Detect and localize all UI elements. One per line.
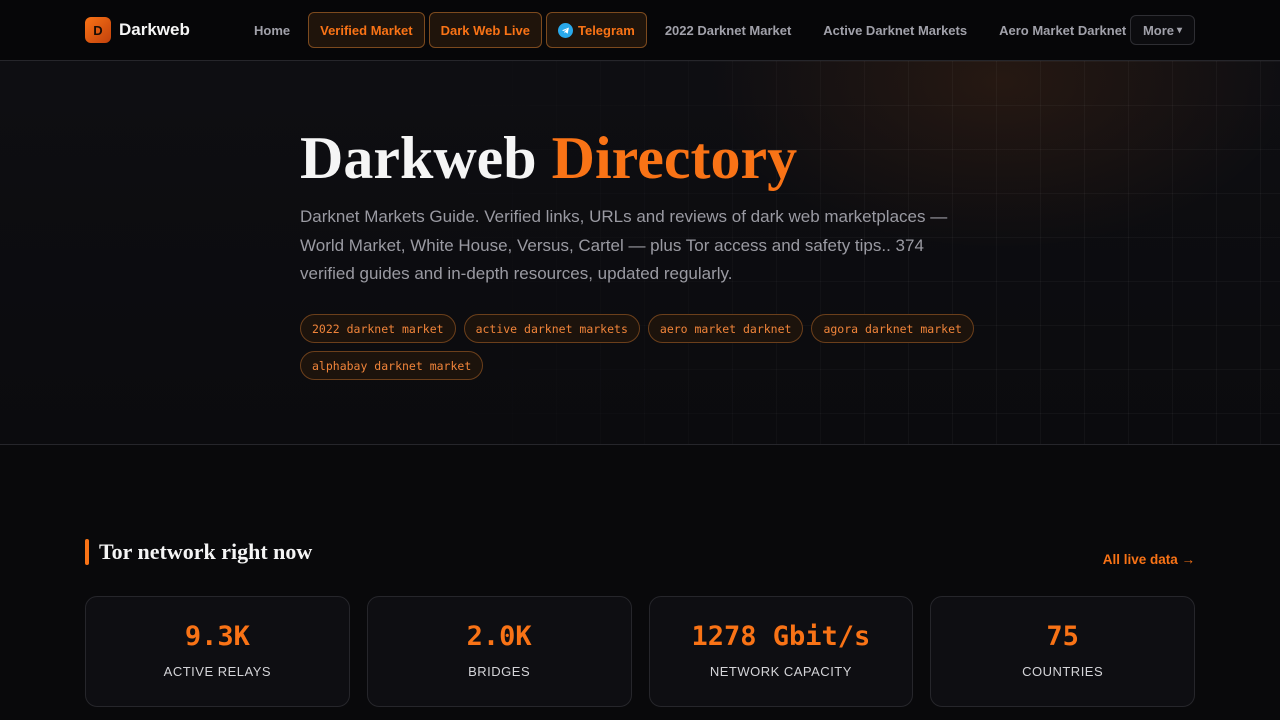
more-menu-label: More bbox=[1142, 22, 1175, 38]
section-accent-bar bbox=[85, 539, 89, 565]
tor-section-title: Tor network right now bbox=[99, 539, 313, 564]
brand-home-link[interactable]: D Darkweb bbox=[85, 17, 190, 43]
nav-link-telegram[interactable]: Telegram bbox=[545, 12, 647, 48]
stat-value: 9.3K bbox=[184, 621, 250, 652]
stat-card-network-capacity: 1278 Gbit/s NETWORK CAPACITY bbox=[648, 596, 914, 707]
tag-aero-market-darknet[interactable]: aero market darknet bbox=[647, 314, 804, 343]
page-title-accent: Directory bbox=[551, 125, 798, 191]
tag-alphabay-darknet-market[interactable]: alphabay darknet market bbox=[300, 351, 484, 380]
stat-card-active-relays: 9.3K ACTIVE RELAYS bbox=[85, 596, 350, 707]
nav-link-active-darknet-markets[interactable]: Active Darknet Markets bbox=[809, 12, 981, 48]
nav-link-2022-darknet-market[interactable]: 2022 Darknet Market bbox=[651, 12, 805, 48]
tag-list: 2022 darknet market active darknet marke… bbox=[300, 314, 1000, 380]
chevron-down-icon: ▾ bbox=[1177, 24, 1183, 36]
stat-label: ACTIVE RELAYS bbox=[163, 664, 272, 679]
page-title: Darkweb Directory bbox=[300, 123, 797, 193]
nav-link-dark-web-live[interactable]: Dark Web Live bbox=[428, 12, 542, 48]
nav-link-telegram-label: Telegram bbox=[577, 22, 635, 38]
tor-section-header: Tor network right now bbox=[85, 539, 312, 565]
top-navigation: D Darkweb Home Verified Market Dark Web … bbox=[0, 0, 1280, 61]
hero-description: Darknet Markets Guide. Verified links, U… bbox=[300, 207, 948, 283]
hero-section: Darkweb Directory Darknet Markets Guide.… bbox=[0, 61, 1280, 445]
nav-link-verified-market[interactable]: Verified Market bbox=[308, 12, 425, 48]
brand-name: Darkweb bbox=[119, 20, 190, 39]
stat-label: NETWORK CAPACITY bbox=[709, 664, 852, 679]
stat-card-bridges: 2.0K BRIDGES bbox=[366, 596, 632, 707]
tor-stats-grid: 9.3K ACTIVE RELAYS 2.0K BRIDGES 1278 Gbi… bbox=[85, 596, 1195, 707]
brand-logo-icon: D bbox=[85, 17, 111, 43]
stat-value: 1278 Gbit/s bbox=[691, 621, 871, 652]
tag-agora-darknet-market[interactable]: agora darknet market bbox=[811, 314, 974, 343]
more-menu-button[interactable]: More ▾ bbox=[1130, 15, 1195, 45]
nav-links: Home Verified Market Dark Web Live Teleg… bbox=[240, 12, 1140, 48]
stat-value: 2.0K bbox=[466, 621, 532, 652]
page-title-main: Darkweb bbox=[300, 125, 537, 191]
tag-2022-darknet-market[interactable]: 2022 darknet market bbox=[300, 314, 456, 343]
nav-link-aero-market-darknet[interactable]: Aero Market Darknet bbox=[985, 12, 1140, 48]
stat-card-countries: 75 COUNTRIES bbox=[930, 596, 1195, 707]
nav-link-home[interactable]: Home bbox=[240, 12, 304, 48]
telegram-icon bbox=[557, 22, 573, 38]
stat-value: 75 bbox=[1046, 621, 1079, 652]
stat-label: COUNTRIES bbox=[1022, 664, 1104, 679]
all-live-data-link[interactable]: All live data → bbox=[1103, 552, 1195, 567]
stat-label: BRIDGES bbox=[468, 664, 531, 679]
tag-active-darknet-markets[interactable]: active darknet markets bbox=[463, 314, 640, 343]
